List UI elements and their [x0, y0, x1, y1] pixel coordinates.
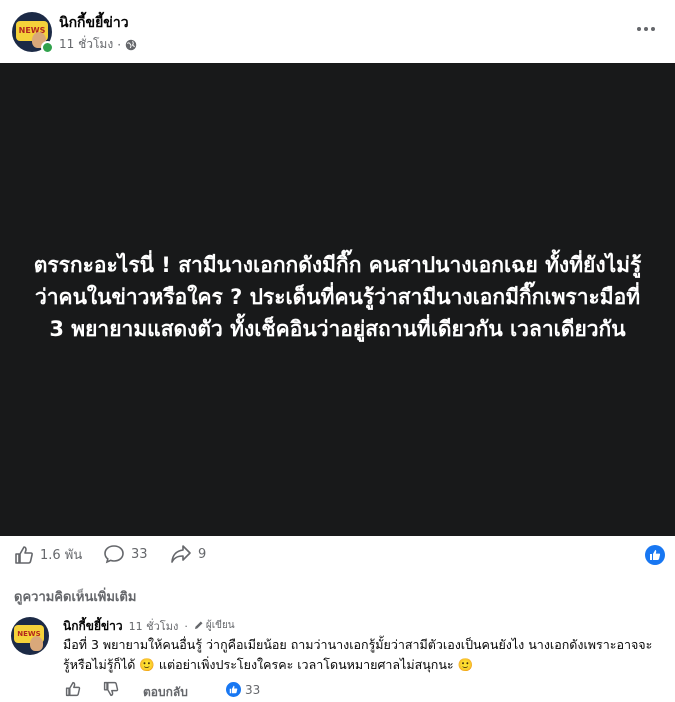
comment-header: นิกกี้ขยี้ข่าว 11 ชั่วโมง · ผู้เขียน	[63, 617, 235, 636]
thumbs-down-icon	[103, 681, 119, 697]
post-action-bar: 1.6 พัน 33 9	[0, 536, 675, 576]
post-meta: 11 ชั่วโมง ·	[59, 35, 137, 54]
post-header: NEWS นิกกี้ขยี้ข่าว 11 ชั่วโมง ·	[0, 0, 675, 62]
comment-time[interactable]: 11 ชั่วโมง	[129, 617, 179, 635]
share-count: 9	[198, 546, 207, 562]
comment-separator: ·	[184, 620, 188, 633]
thumbs-up-filled-icon	[229, 685, 238, 694]
view-more-comments-link[interactable]: ดูความคิดเห็นเพิ่มเติม	[14, 586, 136, 607]
thumbs-up-icon	[15, 545, 33, 564]
meta-separator: ·	[117, 37, 122, 52]
share-arrow-icon	[171, 545, 191, 563]
globe-icon	[125, 39, 137, 50]
author-badge-label: ผู้เขียน	[205, 619, 235, 631]
commenter-name[interactable]: นิกกี้ขยี้ข่าว	[63, 617, 123, 636]
comment-reactions[interactable]: 33	[226, 682, 260, 697]
comment-reaction-count: 33	[245, 682, 261, 697]
comment-dislike-button[interactable]	[103, 681, 119, 701]
comment-text: มือที่ 3 พยายามให้คนอื่นรู้ ว่ากูคือเมีย…	[63, 637, 653, 672]
more-dot-icon	[637, 27, 641, 31]
pen-icon	[194, 621, 203, 629]
comment-bubble-icon	[104, 545, 124, 564]
like-button[interactable]: 1.6 พัน	[14, 544, 82, 565]
like-reaction-badge[interactable]	[645, 545, 665, 565]
like-count: 1.6 พัน	[40, 548, 83, 563]
online-status-indicator	[41, 41, 54, 54]
comment-like-button[interactable]	[65, 681, 81, 701]
post-image[interactable]: ตรรกะอะไรนี่ ! สามีนางเอกกดังมีกิ๊ก คนสา…	[0, 63, 675, 536]
thumbs-up-filled-icon	[650, 550, 661, 560]
author-badge: ผู้เขียน	[194, 618, 235, 633]
comment-reply-button[interactable]: ตอบกลับ	[143, 683, 188, 702]
page-name[interactable]: นิกกี้ขยี้ข่าว	[59, 12, 129, 34]
commenter-avatar[interactable]: NEWS	[11, 617, 49, 655]
more-options-button[interactable]	[630, 17, 662, 41]
comment-count: 33	[131, 546, 148, 562]
post-time[interactable]: 11 ชั่วโมง	[59, 35, 113, 54]
comment-button[interactable]: 33	[103, 544, 148, 564]
post-image-text: ตรรกะอะไรนี่ ! สามีนางเอกกดังมีกิ๊ก คนสา…	[33, 252, 642, 341]
like-reaction-badge	[226, 682, 241, 697]
thumbs-up-icon	[65, 681, 81, 697]
share-button[interactable]: 9	[170, 544, 206, 564]
comment-actions: ตอบกลับ 33	[63, 681, 313, 699]
